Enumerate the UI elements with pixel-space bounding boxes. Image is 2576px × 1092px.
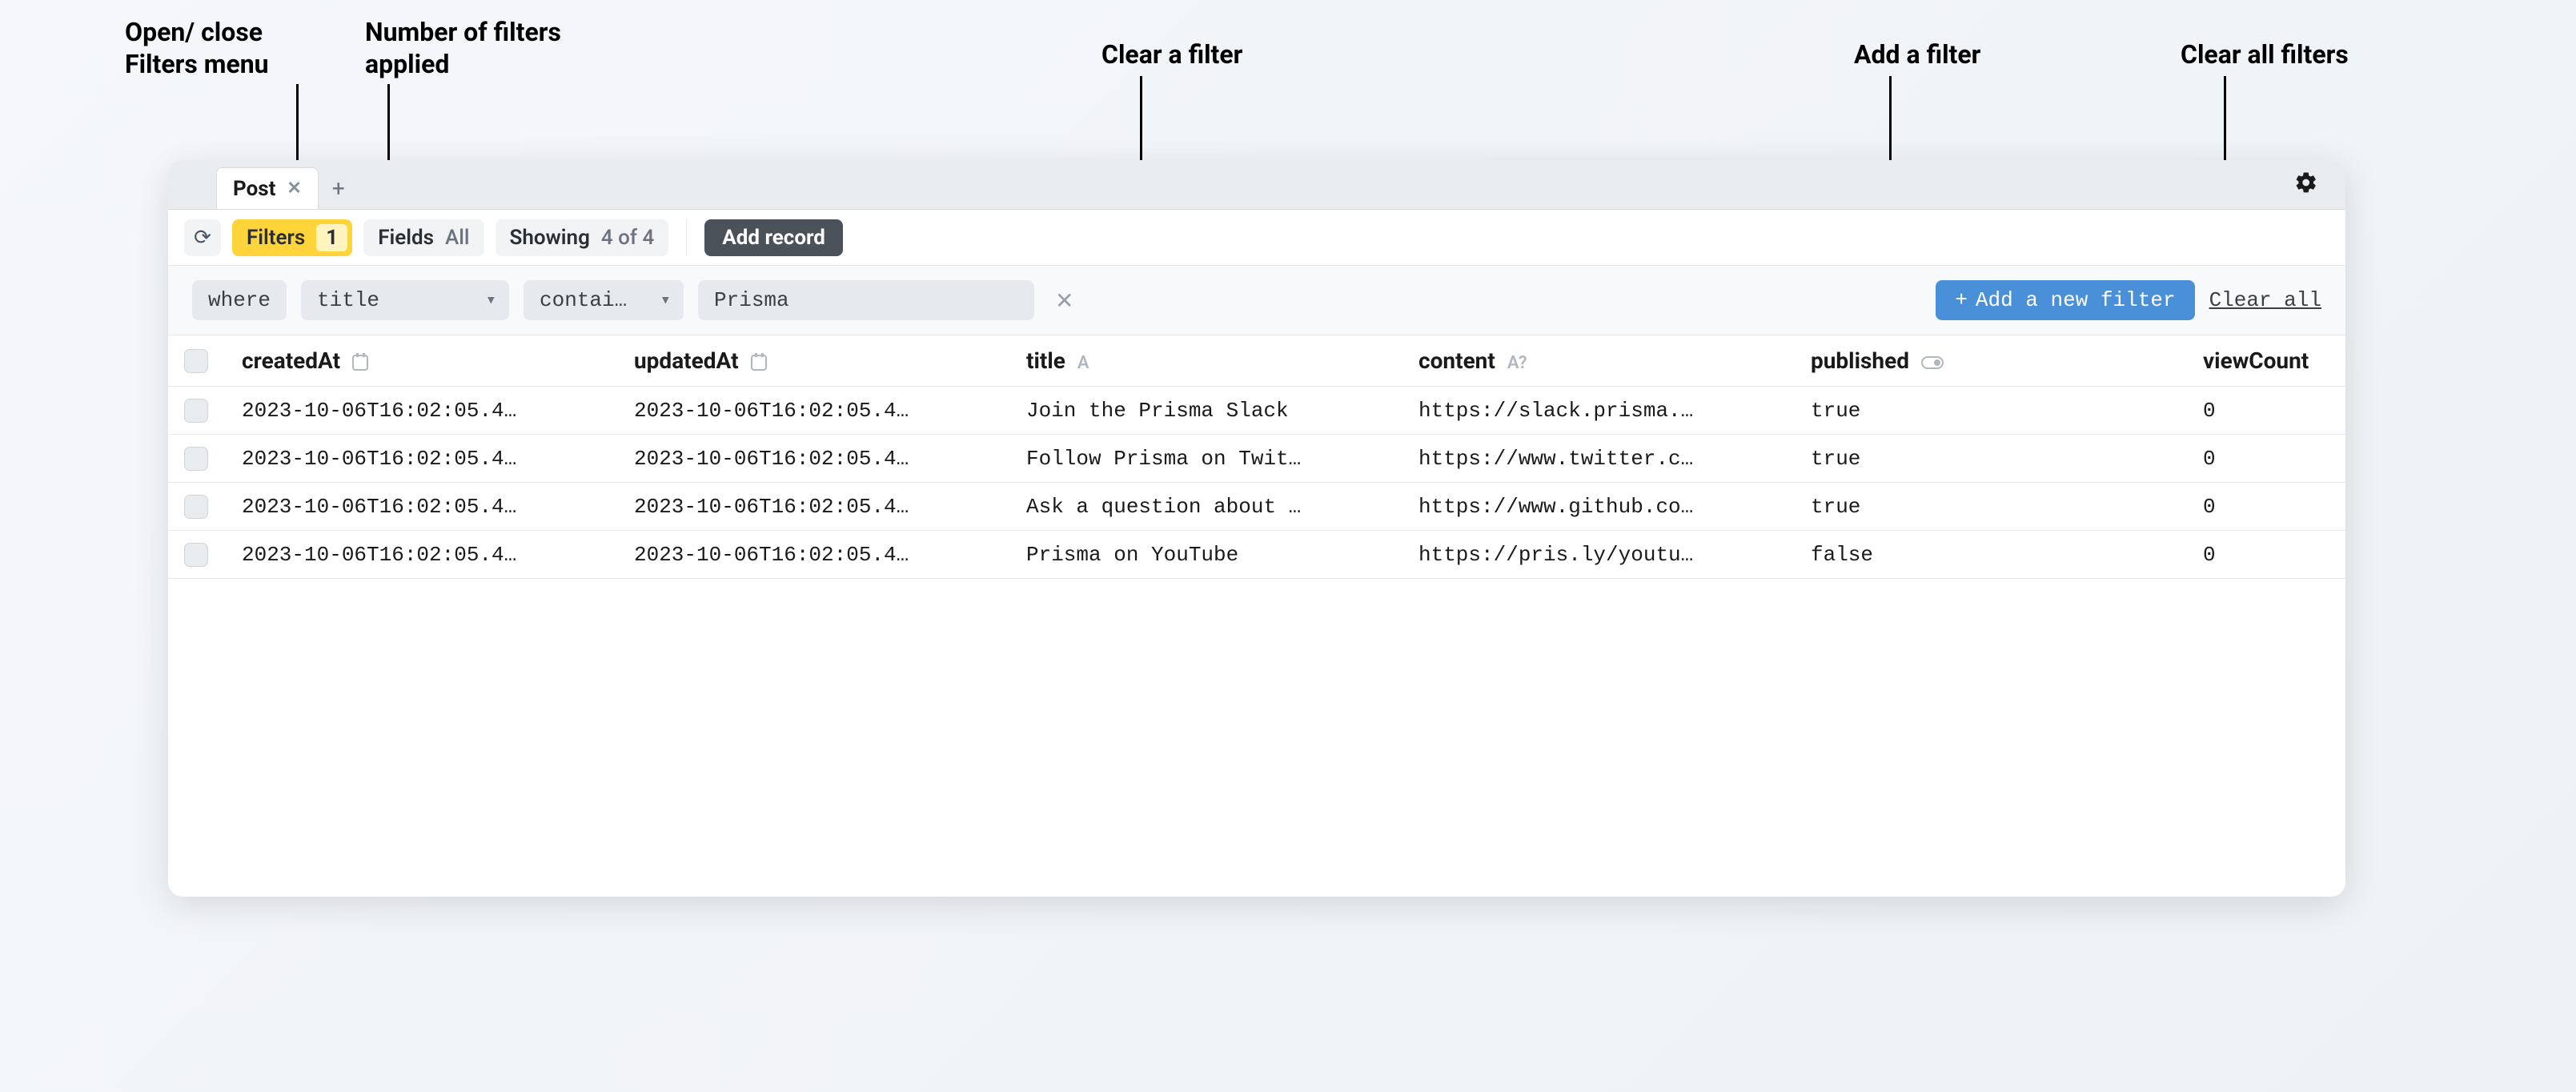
filter-field-select[interactable]: title xyxy=(301,280,509,320)
data-grid: createdAt updatedAt title A content A? p… xyxy=(168,335,2345,579)
plus-icon: + xyxy=(1955,288,1968,312)
row-checkbox[interactable] xyxy=(184,399,208,423)
cell-content: https://pris.ly/youtu… xyxy=(1401,543,1793,567)
annotation-open-close: Open/ close Filters menu xyxy=(125,16,269,80)
cell-published: false xyxy=(1793,543,2185,567)
tab-label: Post xyxy=(233,177,275,201)
cell-createdAt: 2023-10-06T16:02:05.4… xyxy=(224,399,616,423)
filters-label: Filters xyxy=(247,226,305,250)
cell-title: Join the Prisma Slack xyxy=(1009,399,1401,423)
add-tab-button[interactable]: + xyxy=(319,167,359,209)
annotation-clear-filter: Clear a filter xyxy=(1101,38,1242,70)
col-updatedAt[interactable]: updatedAt xyxy=(616,347,1009,374)
cell-content: https://www.twitter.c… xyxy=(1401,447,1793,471)
col-published[interactable]: published xyxy=(1793,347,2185,374)
showing-value: 4 of 4 xyxy=(601,226,664,250)
cell-title: Prisma on YouTube xyxy=(1009,543,1401,567)
type-string-icon: A xyxy=(1077,353,1089,373)
divider xyxy=(686,219,687,256)
row-checkbox[interactable] xyxy=(184,543,208,567)
data-browser-panel: Post ✕ + ⟳ Filters 1 Fields All Showing … xyxy=(168,160,2345,897)
cell-createdAt: 2023-10-06T16:02:05.4… xyxy=(224,447,616,471)
cell-createdAt: 2023-10-06T16:02:05.4… xyxy=(224,543,616,567)
filter-bar: where title contai… ✕ + Add a new filter… xyxy=(168,266,2345,335)
cell-viewCount: 0 xyxy=(2185,543,2345,567)
add-record-button[interactable]: Add record xyxy=(704,219,843,256)
add-filter-label: Add a new filter xyxy=(1976,288,2176,312)
cell-published: true xyxy=(1793,447,2185,471)
filter-operator-value: contai… xyxy=(540,288,627,312)
clear-filter-button[interactable]: ✕ xyxy=(1049,287,1080,314)
toolbar: ⟳ Filters 1 Fields All Showing 4 of 4 Ad… xyxy=(168,210,2345,266)
showing-label: Showing xyxy=(510,226,590,250)
cell-published: true xyxy=(1793,495,2185,519)
col-viewCount[interactable]: viewCount xyxy=(2185,347,2345,374)
calendar-icon xyxy=(751,355,767,371)
cell-viewCount: 0 xyxy=(2185,399,2345,423)
table-header-row: createdAt updatedAt title A content A? p… xyxy=(168,335,2345,387)
filter-operator-select[interactable]: contai… xyxy=(524,280,684,320)
cell-updatedAt: 2023-10-06T16:02:05.4… xyxy=(616,495,1009,519)
clear-all-link[interactable]: Clear all xyxy=(2209,288,2321,312)
table-row[interactable]: 2023-10-06T16:02:05.4…2023-10-06T16:02:0… xyxy=(168,531,2345,579)
cell-createdAt: 2023-10-06T16:02:05.4… xyxy=(224,495,616,519)
cell-title: Follow Prisma on Twit… xyxy=(1009,447,1401,471)
fields-value: All xyxy=(445,226,479,250)
annotation-clear-all: Clear all filters xyxy=(2181,38,2349,70)
annotation-add-filter: Add a filter xyxy=(1854,38,1980,70)
showing-pill[interactable]: Showing 4 of 4 xyxy=(496,219,669,256)
table-row[interactable]: 2023-10-06T16:02:05.4…2023-10-06T16:02:0… xyxy=(168,387,2345,435)
annotation-num-filters: Number of filters applied xyxy=(365,16,561,80)
filter-value-input[interactable] xyxy=(714,288,1018,312)
filter-field-value: title xyxy=(317,288,379,312)
type-boolean-icon xyxy=(1921,356,1944,369)
add-record-label: Add record xyxy=(722,226,825,250)
filter-value-input-wrap xyxy=(698,280,1034,320)
add-filter-button[interactable]: + Add a new filter xyxy=(1936,280,2194,320)
cell-viewCount: 0 xyxy=(2185,447,2345,471)
cell-updatedAt: 2023-10-06T16:02:05.4… xyxy=(616,447,1009,471)
cell-content: https://slack.prisma.… xyxy=(1401,399,1793,423)
where-chip: where xyxy=(192,280,287,320)
cell-updatedAt: 2023-10-06T16:02:05.4… xyxy=(616,399,1009,423)
cell-title: Ask a question about … xyxy=(1009,495,1401,519)
row-checkbox[interactable] xyxy=(184,495,208,519)
row-checkbox[interactable] xyxy=(184,447,208,471)
fields-label: Fields xyxy=(378,226,434,250)
table-row[interactable]: 2023-10-06T16:02:05.4…2023-10-06T16:02:0… xyxy=(168,435,2345,483)
table-row[interactable]: 2023-10-06T16:02:05.4…2023-10-06T16:02:0… xyxy=(168,483,2345,531)
cell-published: true xyxy=(1793,399,2185,423)
rows-container: 2023-10-06T16:02:05.4…2023-10-06T16:02:0… xyxy=(168,387,2345,579)
tab-post[interactable]: Post ✕ xyxy=(216,167,319,209)
cell-content: https://www.github.co… xyxy=(1401,495,1793,519)
cell-viewCount: 0 xyxy=(2185,495,2345,519)
type-nullable-string-icon: A? xyxy=(1507,353,1527,373)
col-title[interactable]: title A xyxy=(1009,347,1401,374)
cell-updatedAt: 2023-10-06T16:02:05.4… xyxy=(616,543,1009,567)
filters-button[interactable]: Filters 1 xyxy=(232,219,352,256)
select-all-checkbox[interactable] xyxy=(184,349,208,373)
calendar-icon xyxy=(352,355,368,371)
col-createdAt[interactable]: createdAt xyxy=(224,347,616,374)
gear-icon[interactable] xyxy=(2294,170,2318,202)
tab-bar: Post ✕ + xyxy=(168,160,2345,210)
col-content[interactable]: content A? xyxy=(1401,347,1793,374)
refresh-button[interactable]: ⟳ xyxy=(184,219,221,256)
filters-count-badge: 1 xyxy=(316,224,347,251)
close-icon[interactable]: ✕ xyxy=(287,179,301,199)
fields-button[interactable]: Fields All xyxy=(363,219,484,256)
